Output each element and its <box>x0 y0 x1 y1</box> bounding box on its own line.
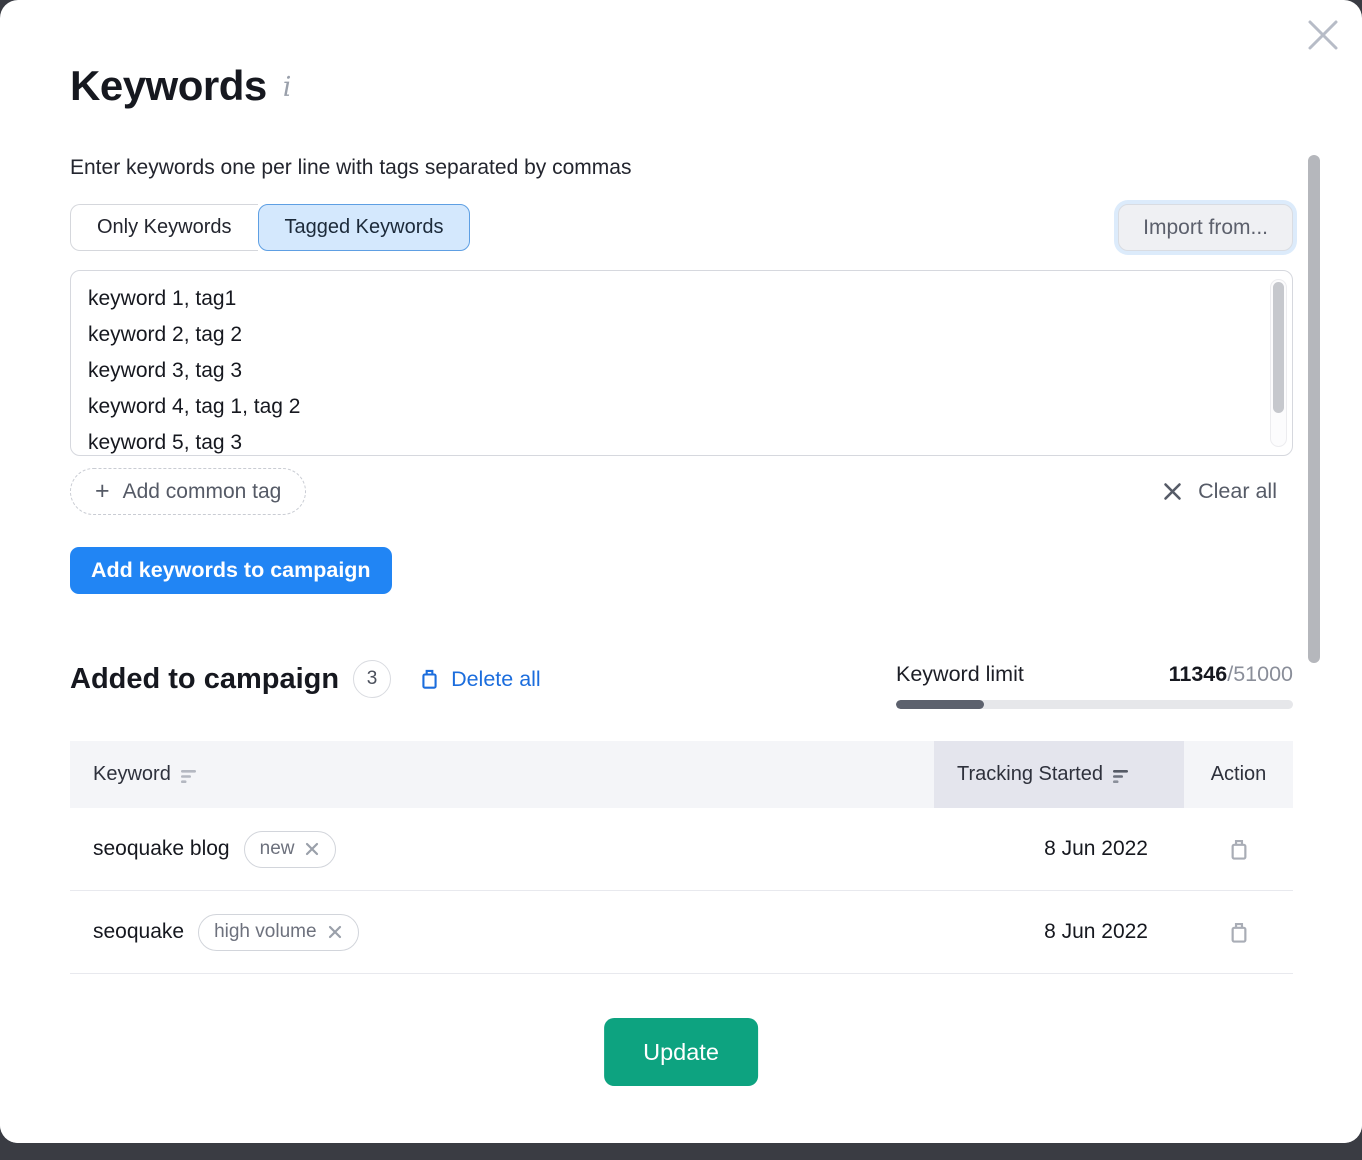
keyword-tag-pill[interactable]: new <box>244 831 337 868</box>
column-header-keyword[interactable]: Keyword <box>70 741 934 808</box>
update-button[interactable]: Update <box>604 1018 758 1086</box>
keyword-limit-values: 11346/51000 <box>1169 662 1293 687</box>
tab-tagged-keywords[interactable]: Tagged Keywords <box>258 204 471 251</box>
action-cell <box>1184 834 1293 865</box>
tag-label: new <box>260 838 295 860</box>
delete-keyword-button[interactable] <box>1224 834 1254 865</box>
clear-all-label: Clear all <box>1198 479 1277 504</box>
column-header-action: Action <box>1184 741 1293 808</box>
keyword-cell: seoquake blog new <box>70 831 934 868</box>
modal-header: Keywords i <box>70 62 291 110</box>
section-heading-group: Added to campaign 3 Delete all <box>70 660 541 698</box>
keyword-text: seoquake <box>93 920 184 944</box>
textarea-scrollbar-track <box>1270 279 1287 447</box>
keywords-textarea[interactable]: keyword 1, tag1 keyword 2, tag 2 keyword… <box>70 270 1293 456</box>
tracking-started-cell: 8 Jun 2022 <box>934 920 1184 944</box>
keyword-text: seoquake blog <box>93 837 230 861</box>
keyword-count-badge: 3 <box>353 660 391 698</box>
close-icon <box>1305 17 1341 53</box>
subtitle: Enter keywords one per line with tags se… <box>70 156 631 180</box>
trash-icon <box>419 668 440 690</box>
keyword-limit-label: Keyword limit <box>896 662 1024 687</box>
keyword-limit-line: Keyword limit 11346/51000 <box>896 662 1293 687</box>
clear-all-button[interactable]: Clear all <box>1162 479 1277 504</box>
added-keywords-table: Keyword Tracking Started Action <box>70 741 1293 974</box>
plus-icon: + <box>95 479 110 504</box>
remove-tag-icon[interactable] <box>304 841 320 857</box>
add-keywords-to-campaign-button[interactable]: Add keywords to campaign <box>70 547 392 594</box>
delete-all-label: Delete all <box>451 667 541 692</box>
close-button[interactable] <box>1300 12 1346 58</box>
table-header-row: Keyword Tracking Started Action <box>70 741 1293 808</box>
clear-all-x-icon <box>1162 481 1183 502</box>
trash-icon <box>1228 921 1250 944</box>
controls-row: Only Keywords Tagged Keywords Import fro… <box>70 204 1293 251</box>
remove-tag-icon[interactable] <box>327 924 343 940</box>
import-from-button[interactable]: Import from... <box>1118 204 1293 251</box>
column-header-tracking-started[interactable]: Tracking Started <box>934 741 1184 808</box>
tag-actions-row: + Add common tag Clear all <box>70 468 1293 515</box>
column-label-tracking-started: Tracking Started <box>957 763 1103 786</box>
sort-icon <box>181 769 200 784</box>
keywords-input-area: keyword 1, tag1 keyword 2, tag 2 keyword… <box>70 270 1293 456</box>
tracking-started-cell: 8 Jun 2022 <box>934 837 1184 861</box>
textarea-scrollbar-thumb[interactable] <box>1273 282 1284 413</box>
trash-icon <box>1228 838 1250 861</box>
keyword-tag-pill[interactable]: high volume <box>198 914 358 951</box>
delete-keyword-button[interactable] <box>1224 917 1254 948</box>
keyword-limit-progress-track <box>896 700 1293 709</box>
action-cell <box>1184 917 1293 948</box>
tab-only-keywords[interactable]: Only Keywords <box>70 204 258 251</box>
delete-all-button[interactable]: Delete all <box>419 667 541 692</box>
info-icon[interactable]: i <box>283 72 292 103</box>
tag-label: high volume <box>214 921 316 943</box>
add-common-tag-label: Add common tag <box>123 480 282 504</box>
keyword-limit-progress-fill <box>896 700 984 709</box>
keyword-mode-tab-group: Only Keywords Tagged Keywords <box>70 204 470 251</box>
add-common-tag-button[interactable]: + Add common tag <box>70 468 306 515</box>
column-label-action: Action <box>1211 763 1267 786</box>
keyword-limit-block: Keyword limit 11346/51000 <box>896 662 1293 709</box>
column-label-keyword: Keyword <box>93 763 171 786</box>
added-to-campaign-section-header: Added to campaign 3 Delete all Keyword l… <box>70 660 1293 709</box>
modal-scrollbar-thumb[interactable] <box>1308 155 1320 663</box>
table-row: seoquake blog new 8 Jun 2022 <box>70 808 1293 891</box>
sticky-footer: Update <box>0 982 1362 1143</box>
keywords-modal: Keywords i Enter keywords one per line w… <box>0 0 1362 1143</box>
keyword-limit-used: 11346 <box>1169 662 1228 686</box>
table-row: seoquake high volume 8 Jun 2022 <box>70 891 1293 974</box>
page-title: Keywords <box>70 62 267 110</box>
keyword-limit-total: /51000 <box>1227 662 1293 686</box>
sort-icon-active <box>1113 769 1132 784</box>
section-title: Added to campaign <box>70 663 339 696</box>
keyword-cell: seoquake high volume <box>70 914 934 951</box>
